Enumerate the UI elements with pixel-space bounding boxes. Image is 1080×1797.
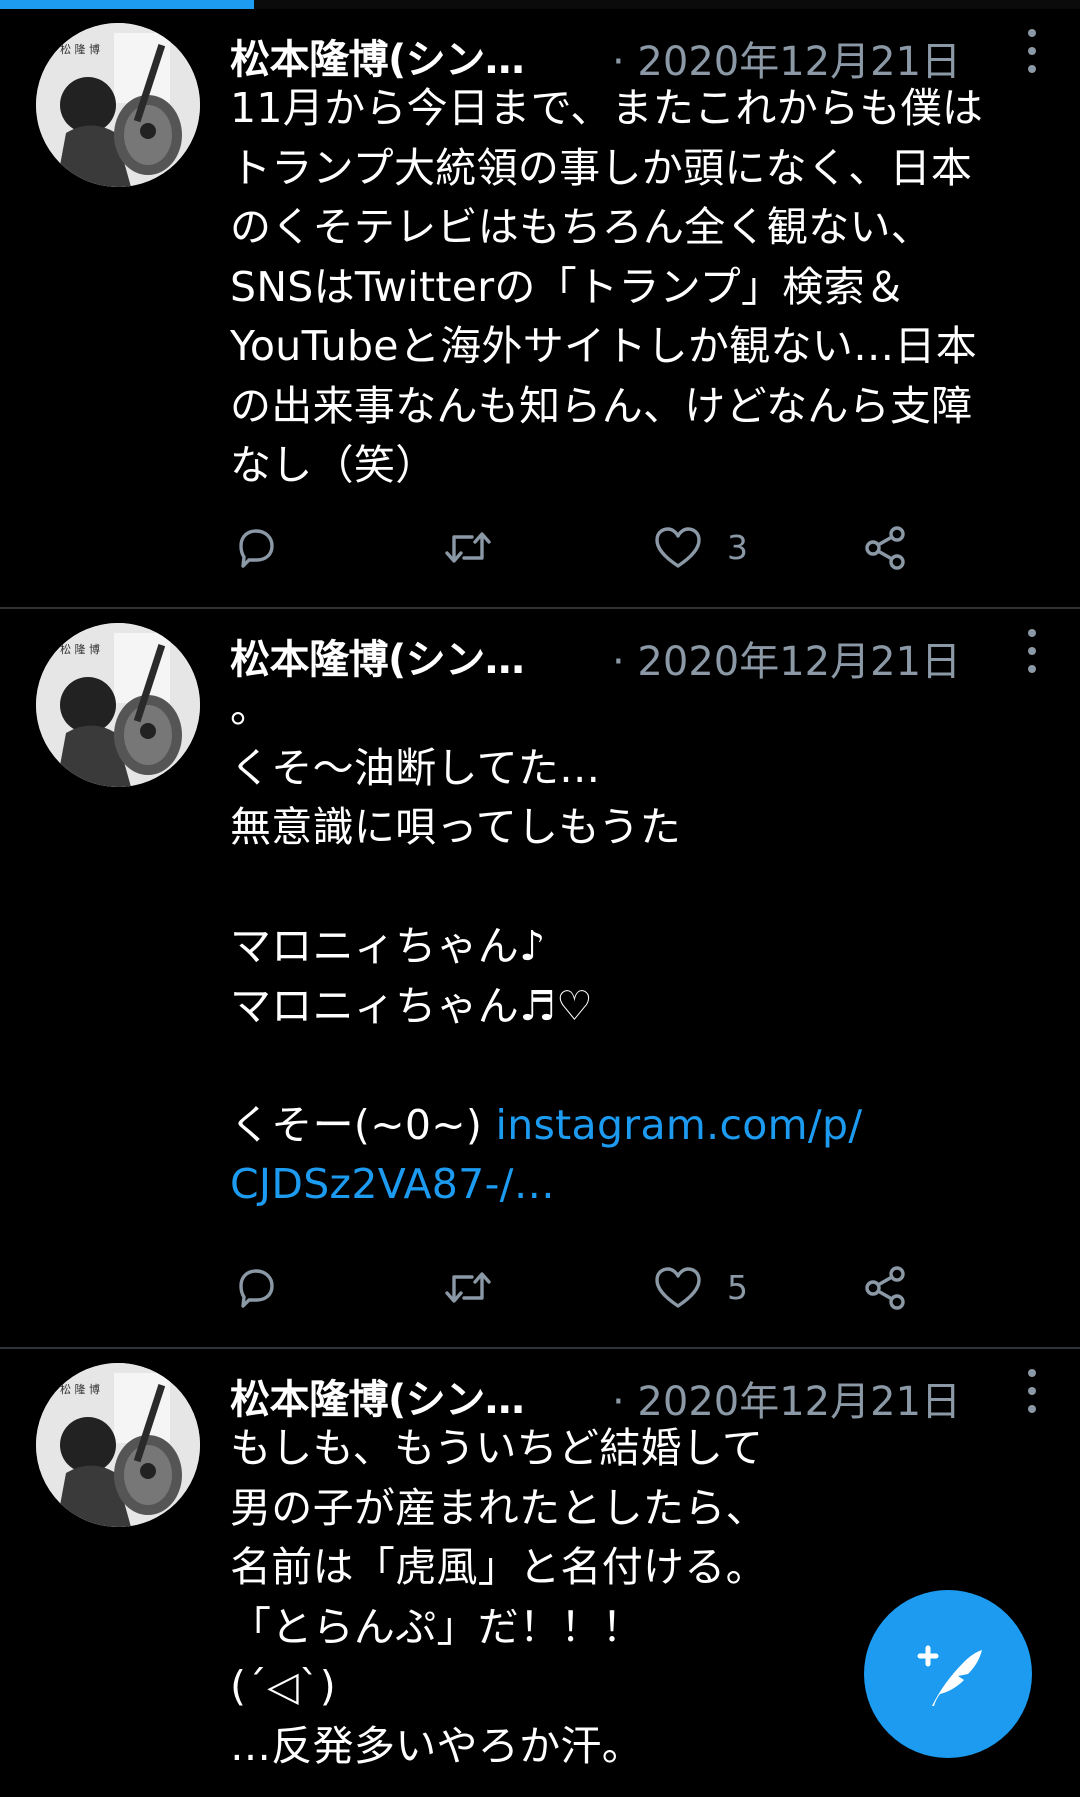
author-name[interactable]: 松本隆博(シン… [230, 627, 525, 685]
loading-progress-bar [0, 0, 254, 9]
heart-icon [655, 527, 701, 568]
avatar[interactable]: 松 隆 博 [36, 1363, 200, 1527]
tweet-text-line: マロニィちゃん♪ [230, 922, 546, 970]
compose-tweet-button[interactable] [864, 1590, 1032, 1758]
avatar[interactable]: 松 隆 博 [36, 623, 200, 787]
share-icon [865, 526, 905, 570]
svg-text:松 隆 博: 松 隆 博 [60, 1382, 100, 1396]
author-name[interactable]: 松本隆博(シン… [230, 27, 525, 85]
retweet-icon [445, 532, 491, 563]
instagram-link[interactable]: instagram.com/p/ [496, 1101, 863, 1149]
svg-text:松 隆 博: 松 隆 博 [60, 642, 100, 656]
tweet-actions: 5 [230, 1257, 930, 1317]
svg-text:松 隆 博: 松 隆 博 [60, 42, 100, 56]
instagram-link-continued[interactable]: CJDSz2VA87-/… [230, 1160, 555, 1208]
tweet-text-line: の出来事なんも知らん、けどなんら支障 [230, 381, 973, 430]
retweet-icon [445, 1272, 491, 1303]
reply-icon [239, 1269, 274, 1308]
like-count: 5 [727, 1268, 748, 1307]
tweet-text-line: CJDSz2VA87-/… [230, 1155, 1050, 1215]
tweet-text-line: トランプ大統領の事しか頭になく、日本 [230, 143, 973, 192]
tweet-text-line: 。 [230, 684, 272, 732]
tweet-text-line: SNSはTwitterの「トランプ」検索＆ [230, 262, 907, 311]
tweet-text-line: もしも、もういちど結婚して [230, 1424, 764, 1472]
tweet-actions: 3 [230, 517, 930, 577]
more-vertical-icon[interactable] [1010, 25, 1054, 79]
tweet-text-line: のくそテレビはもちろん全く観ない、 [230, 203, 933, 251]
avatar[interactable]: 松 隆 博 [36, 23, 200, 187]
tweet-text-line: 11月から今日まで、またこれからも僕は [230, 84, 984, 132]
tweet-text-line: くそ～油断してた… [230, 743, 601, 792]
more-vertical-icon[interactable] [1010, 625, 1054, 679]
tweet-text-line: 無意識に唄ってしもうた [230, 803, 682, 851]
tweet-text-line: YouTubeと海外サイトしか観ない…日本 [230, 322, 978, 370]
tweet-text-line [230, 1036, 1050, 1096]
tweet-text-line: マロニィちゃん♬♡ [230, 981, 594, 1030]
compose-tweet-icon [917, 1645, 982, 1706]
author-name[interactable]: 松本隆博(シン… [230, 1367, 525, 1425]
heart-icon [655, 1267, 701, 1308]
tweet-text-line: 男の子が産まれたとしたら、 [230, 1483, 767, 1532]
tweet-header: 松本隆博(シン… · 2020年12月21日 [230, 21, 1040, 85]
tweet-text-line: 名前は「虎風」と名付ける。 [230, 1543, 767, 1591]
share-icon [865, 1266, 905, 1310]
reply-icon [239, 529, 274, 568]
tweet-header: 松本隆博(シン… · 2020年12月21日 [230, 621, 1040, 685]
tweet-text-line: くそー(~0~) instagram.com/p/ [230, 1096, 1050, 1156]
tweet-text-line [230, 858, 1050, 918]
tweet-header: 松本隆博(シン… · 2020年12月21日 [230, 1361, 1040, 1425]
tweet-text-segment: くそー(~0~) [230, 1100, 496, 1149]
tweet-text: 。 くそ～油断してた… 無意識に唄ってしもうた マロニィちゃん♪ マロニィちゃん… [230, 679, 1050, 1215]
tweet-text-line: なし（笑） [230, 441, 437, 489]
loading-progress-track [0, 0, 1080, 9]
like-count: 3 [727, 528, 748, 567]
more-vertical-icon[interactable] [1010, 1365, 1054, 1419]
tweet-card[interactable]: 松 隆 博 松本隆博(シン… · 2020年12月21日 。 くそ～油断してた…… [0, 609, 1080, 1349]
tweet-card[interactable]: 松 隆 博 松本隆博(シン… · 2020年12月21日 11月から今日まで、ま… [0, 9, 1080, 609]
tweet-text: 11月から今日まで、またこれからも僕は トランプ大統領の事しか頭になく、日本 の… [230, 79, 1050, 496]
